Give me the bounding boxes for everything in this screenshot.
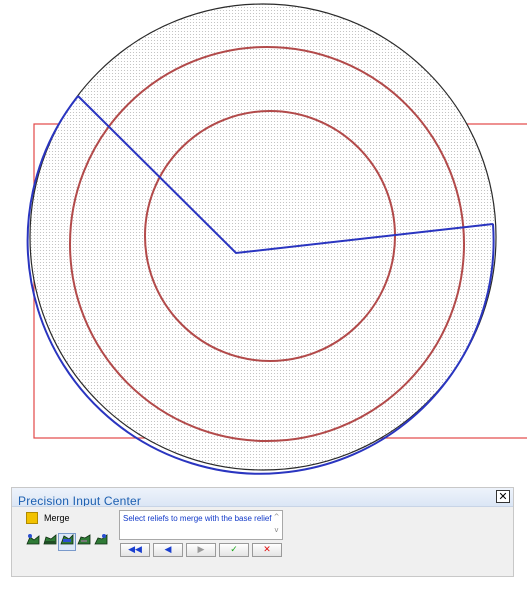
relief-icon-4[interactable]: [77, 532, 91, 546]
cancel-button[interactable]: ✕: [252, 543, 282, 557]
relief-icon-1[interactable]: [26, 532, 40, 546]
drawing-viewport[interactable]: [0, 0, 527, 478]
previous-icon: ◀: [164, 545, 172, 555]
scroll-up-icon[interactable]: ^: [271, 511, 282, 524]
scroll-down-icon[interactable]: v: [271, 524, 282, 537]
panel-title: Precision Input Center: [18, 494, 142, 507]
cancel-icon: ✕: [263, 545, 271, 555]
accept-button[interactable]: ✓: [219, 543, 249, 557]
prompt-text: Select reliefs to merge with the base re…: [123, 514, 272, 523]
panel-titlebar[interactable]: Precision Input Center ✕: [12, 488, 513, 507]
close-icon: ✕: [498, 490, 508, 503]
prompt-box: Select reliefs to merge with the base re…: [119, 510, 283, 540]
relief-icon-5[interactable]: [94, 532, 108, 546]
next-button[interactable]: ▶: [186, 543, 216, 557]
close-button[interactable]: ✕: [496, 490, 510, 503]
nav-button-bar: ◀◀ ◀ ▶ ✓ ✕: [120, 543, 283, 559]
previous-button[interactable]: ◀: [153, 543, 183, 557]
merge-label: Merge: [44, 513, 70, 523]
relief-hatch: [30, 4, 496, 470]
prompt-scrollbar[interactable]: ^ v: [271, 511, 282, 539]
relief-icon-2[interactable]: [43, 532, 57, 546]
precision-input-panel: Precision Input Center ✕ Merge Select re…: [11, 487, 514, 577]
relief-drawing[interactable]: [0, 0, 527, 478]
next-icon: ▶: [197, 545, 205, 555]
relief-icon-3[interactable]: [60, 532, 74, 546]
merge-swatch: [26, 512, 38, 524]
check-icon: ✓: [230, 545, 238, 555]
first-button[interactable]: ◀◀: [120, 543, 150, 557]
first-icon: ◀◀: [128, 545, 142, 555]
